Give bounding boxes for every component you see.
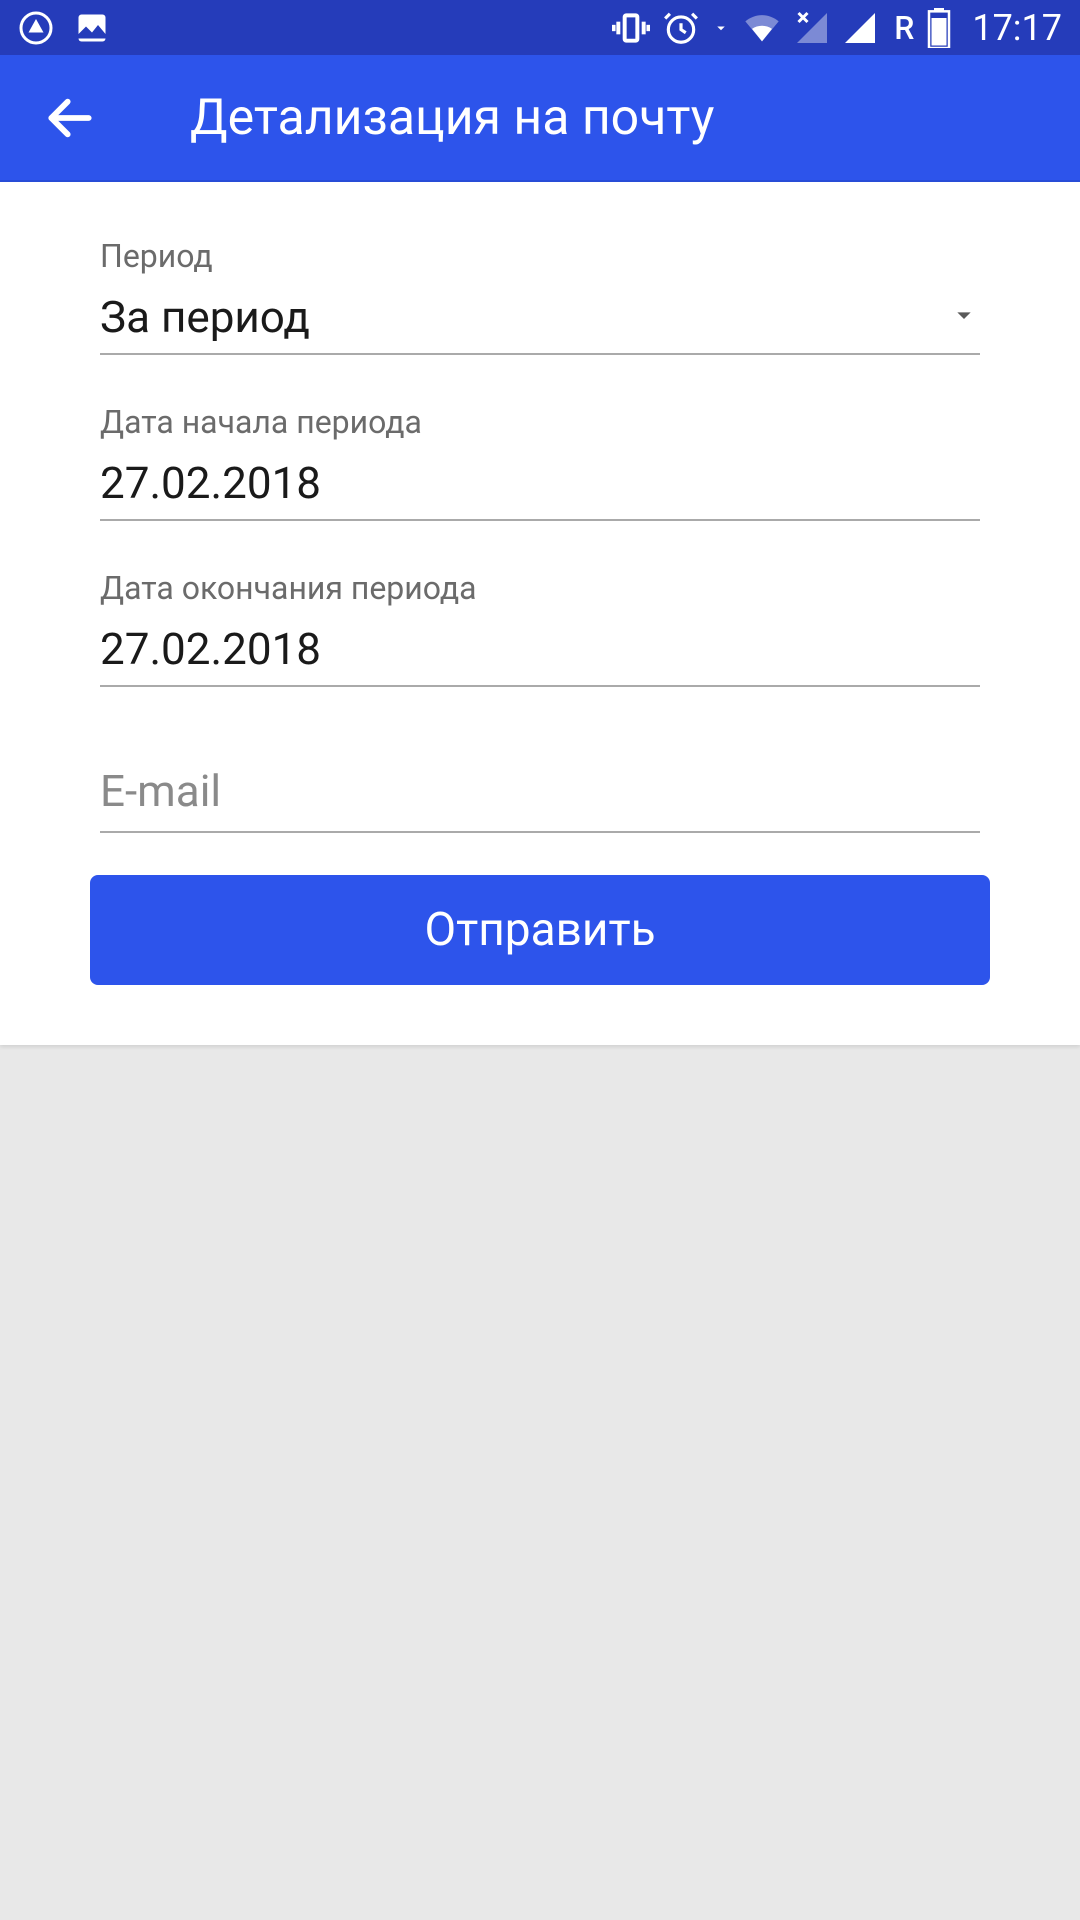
end-date-field-group: Дата окончания периода 27.02.2018	[100, 569, 980, 687]
status-time: 17:17	[972, 7, 1062, 49]
signal-1-icon	[794, 10, 830, 46]
app-notification-icon	[18, 10, 54, 46]
image-icon	[74, 10, 110, 46]
alarm-icon	[662, 9, 700, 47]
period-select[interactable]: За период	[100, 291, 980, 355]
email-field-group: E-mail	[100, 765, 980, 833]
end-date-label: Дата окончания периода	[100, 569, 980, 607]
vibrate-icon	[612, 9, 650, 47]
start-date-value: 27.02.2018	[100, 457, 321, 509]
start-date-input[interactable]: 27.02.2018	[100, 457, 980, 521]
chevron-down-icon	[948, 299, 980, 335]
dropdown-icon	[712, 19, 730, 37]
signal-2-icon	[842, 10, 878, 46]
app-bar: Детализация на почту	[0, 55, 1080, 182]
email-input[interactable]: E-mail	[100, 765, 980, 833]
back-button[interactable]	[40, 88, 100, 148]
form-card: Период За период Дата начала периода 27.…	[0, 182, 1080, 1045]
status-right: R 17:17	[612, 7, 1062, 49]
page-title: Детализация на почту	[190, 89, 714, 147]
status-left	[18, 10, 110, 46]
period-field-group: Период За период	[100, 237, 980, 355]
end-date-input[interactable]: 27.02.2018	[100, 623, 980, 687]
battery-icon	[926, 8, 952, 48]
submit-button[interactable]: Отправить	[90, 875, 990, 985]
start-date-field-group: Дата начала периода 27.02.2018	[100, 403, 980, 521]
start-date-label: Дата начала периода	[100, 403, 980, 441]
roaming-indicator: R	[894, 9, 914, 47]
end-date-value: 27.02.2018	[100, 623, 321, 675]
wifi-icon	[742, 8, 782, 48]
period-label: Период	[100, 237, 980, 275]
status-bar: R 17:17	[0, 0, 1080, 55]
period-value: За период	[100, 291, 310, 343]
